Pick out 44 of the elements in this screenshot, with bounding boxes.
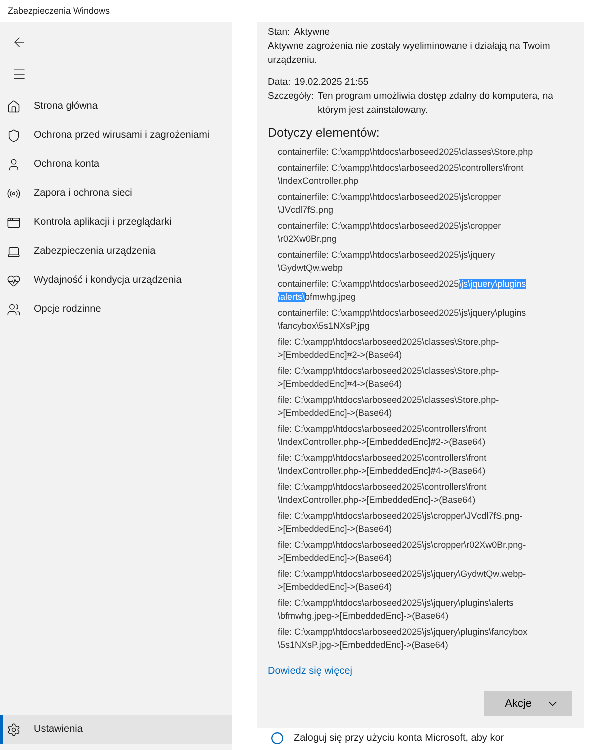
settings-icon [7,722,21,736]
affected-item: containerfile: C:\xampp\htdocs\arboseed2025\classes\Store.php [278,146,534,159]
sidebar-icon [7,216,21,230]
affected-item: file: C:\xampp\htdocs\arboseed2025\js\cropper\r02Xw0Br.png- >[EmbeddedEnc]->(Base64) [278,539,528,565]
sidebar-icon [7,128,21,142]
sidebar-icon [7,100,21,114]
learn-more-link[interactable]: Dowiedz się więcej [268,665,352,679]
sidebar-item[interactable]: Opcje rodzinne [0,295,232,324]
affected-item: file: C:\xampp\htdocs\arboseed2025\js\jquery\GydwtQw.webp- >[EmbeddedEnc]->(Base64) [278,568,528,594]
affected-item: file: C:\xampp\htdocs\arboseed2025\classes\Store.php- >[EmbeddedEnc]#4->(Base64) [278,365,500,391]
details-label: Szczegóły: [268,90,314,104]
sidebar-item[interactable]: Ochrona przed wirusami i zagrożeniami [0,121,232,150]
affected-item: file: C:\xampp\htdocs\arboseed2025\controllers\front \IndexController.php->[EmbeddedEnc]#4->(Base64) [278,452,488,478]
affected-heading: Dotyczy elementów: [268,126,381,140]
affected-item: file: C:\xampp\htdocs\arboseed2025\js\cropper\JVcdl7fS.png- >[EmbeddedEnc]->(Base64) [278,510,524,536]
affected-item: file: C:\xampp\htdocs\arboseed2025\controllers\front \IndexController.php->[EmbeddedEnc]->(Base64) [278,481,488,507]
sidebar-item[interactable]: Zapora i ochrona sieci [0,179,232,208]
details-text: Ten program umożliwia dostęp zdalny do komputera, na którym jest zainstalowany. [318,90,554,118]
sidebar-icon [7,158,21,172]
settings-item[interactable]: Ustawienia [0,715,232,744]
sidebar-item[interactable]: Strona główna [0,92,232,121]
threat-description: Aktywne zagrożenia nie zostały wyeliminowane i działają na Twoim urządzeniu. [268,40,552,68]
circle-icon [271,732,284,745]
signin-notice: Zaloguj się przy użyciu konta Microsoft, aby kor [294,733,504,744]
sidebar-item[interactable]: Zabezpieczenia urządzenia [0,237,232,266]
sidebar-icon [7,274,21,288]
affected-item: file: C:\xampp\htdocs\arboseed2025\classes\Store.php- >[EmbeddedEnc]#2->(Base64) [278,336,500,362]
actions-button[interactable]: Akcje [484,691,572,716]
menu-icon [12,66,26,82]
affected-item: file: C:\xampp\htdocs\arboseed2025\js\jquery\plugins\alerts \bfmwhg.jpeg->[EmbeddedEnc]->(Base64) [278,597,515,623]
affected-item: file: C:\xampp\htdocs\arboseed2025\classes\Store.php- >[EmbeddedEnc]->(Base64) [278,394,500,420]
status-value: Aktywne [294,26,330,40]
status-label: Stan: [268,26,290,40]
sidebar-item[interactable]: Ochrona konta [0,150,232,179]
affected-item: file: C:\xampp\htdocs\arboseed2025\controllers\front \IndexController.php->[EmbeddedEnc]#2->(Base64) [278,423,488,449]
window-title: Zabezpieczenia Windows [8,6,110,16]
sidebar-item[interactable]: Wydajność i kondycja urządzenia [0,266,232,295]
sidebar-icon [7,186,21,200]
date-label: Data: [268,76,291,90]
sidebar-icon [7,244,21,258]
affected-item: file: C:\xampp\htdocs\arboseed2025\js\jquery\plugins\fancybox \5s1NXsP.jpg->[EmbeddedEnc]->(Base64) [278,626,529,652]
sidebar-item[interactable]: Kontrola aplikacji i przeglądarki [0,208,232,237]
sidebar-icon [7,302,21,316]
date-value: 19.02.2025 21:55 [294,76,369,90]
